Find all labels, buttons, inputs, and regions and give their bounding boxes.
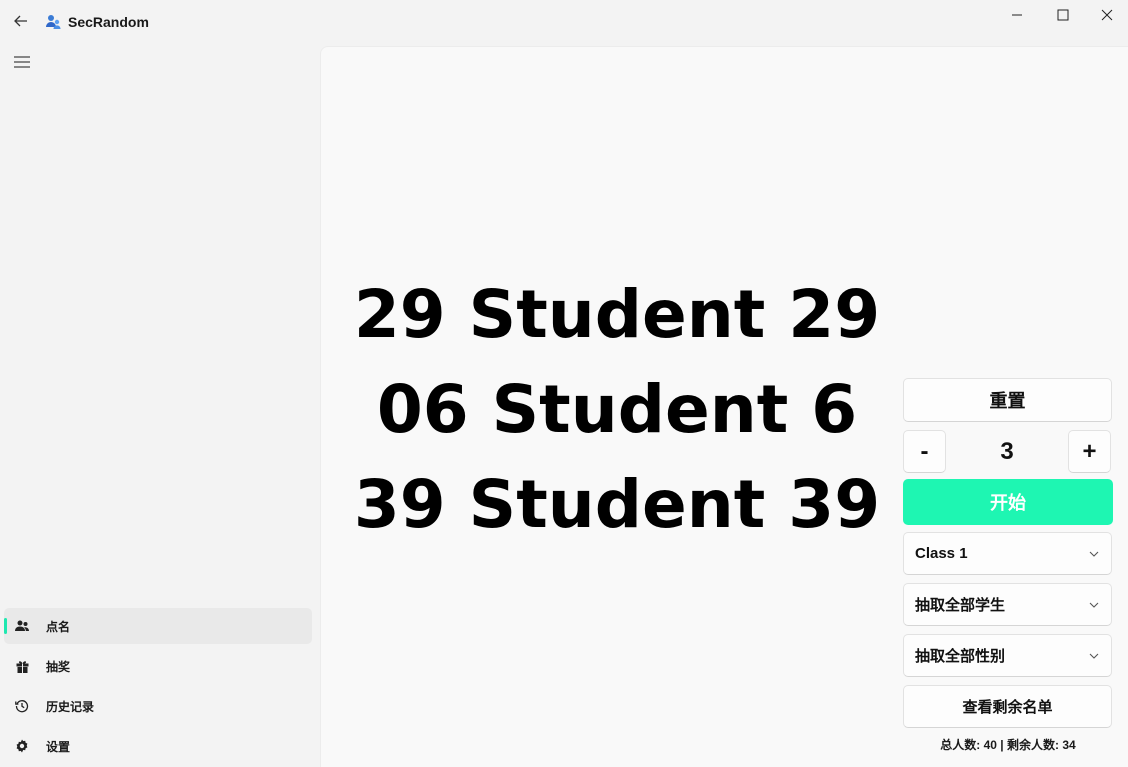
view-remaining-button[interactable]: 查看剩余名单 [903,685,1112,728]
maximize-button[interactable] [1040,0,1086,30]
minimize-icon [1012,14,1022,16]
sidebar-item-lottery[interactable]: 抽奖 [4,648,312,684]
chevron-down-icon [1089,551,1099,557]
app-logo-icon [46,15,61,29]
menu-button[interactable] [8,50,36,74]
app-title: SecRandom [68,14,149,30]
results-area: 29 Student 29 06 Student 6 39 Student 39 [321,267,913,552]
back-button[interactable] [8,8,34,34]
gear-icon [14,738,30,754]
reset-button[interactable]: 重置 [903,378,1112,422]
sidebar-item-history[interactable]: 历史记录 [4,688,312,724]
gift-icon [14,658,30,674]
active-indicator [4,618,7,634]
result-line: 06 Student 6 [376,371,858,448]
maximize-icon [1057,9,1069,21]
chevron-down-icon [1089,602,1099,608]
sidebar: 点名 抽奖 历史记录 设置 [0,46,320,767]
sidebar-item-roll-call[interactable]: 点名 [4,608,312,644]
chevron-down-icon [1089,653,1099,659]
class-select-value: Class 1 [915,545,968,562]
result-line: 29 Student 29 [353,276,881,353]
reset-label: 重置 [989,391,1026,411]
main-panel: 29 Student 29 06 Student 6 39 Student 39… [320,46,1128,767]
start-button[interactable]: 开始 [903,479,1113,525]
sidebar-item-settings[interactable]: 设置 [4,728,312,764]
sidebar-item-label: 历史记录 [46,700,95,714]
result-line: 39 Student 39 [353,466,881,543]
class-select[interactable]: Class 1 [903,532,1112,575]
decrease-count-button[interactable]: - [903,430,946,473]
sidebar-item-label: 抽奖 [46,660,71,674]
student-range-value: 抽取全部学生 [915,597,1006,614]
view-remaining-label: 查看剩余名单 [962,699,1053,716]
arrow-left-icon [14,15,27,27]
gender-select[interactable]: 抽取全部性别 [903,634,1112,677]
history-icon [14,698,30,714]
start-label: 开始 [990,493,1026,513]
close-button[interactable] [1084,0,1128,30]
minimize-button[interactable] [994,0,1040,30]
student-range-select[interactable]: 抽取全部学生 [903,583,1112,626]
count-stats: 总人数: 40 | 剩余人数: 34 [940,738,1076,752]
people-icon [14,618,30,634]
hamburger-icon [14,56,30,68]
sidebar-item-label: 点名 [46,620,71,634]
sidebar-item-label: 设置 [46,740,71,754]
gender-select-value: 抽取全部性别 [915,648,1006,665]
increase-count-button[interactable]: + [1068,430,1111,473]
title-bar: SecRandom [0,0,1128,46]
count-value: 3 [1000,437,1014,465]
close-icon [1101,9,1113,21]
